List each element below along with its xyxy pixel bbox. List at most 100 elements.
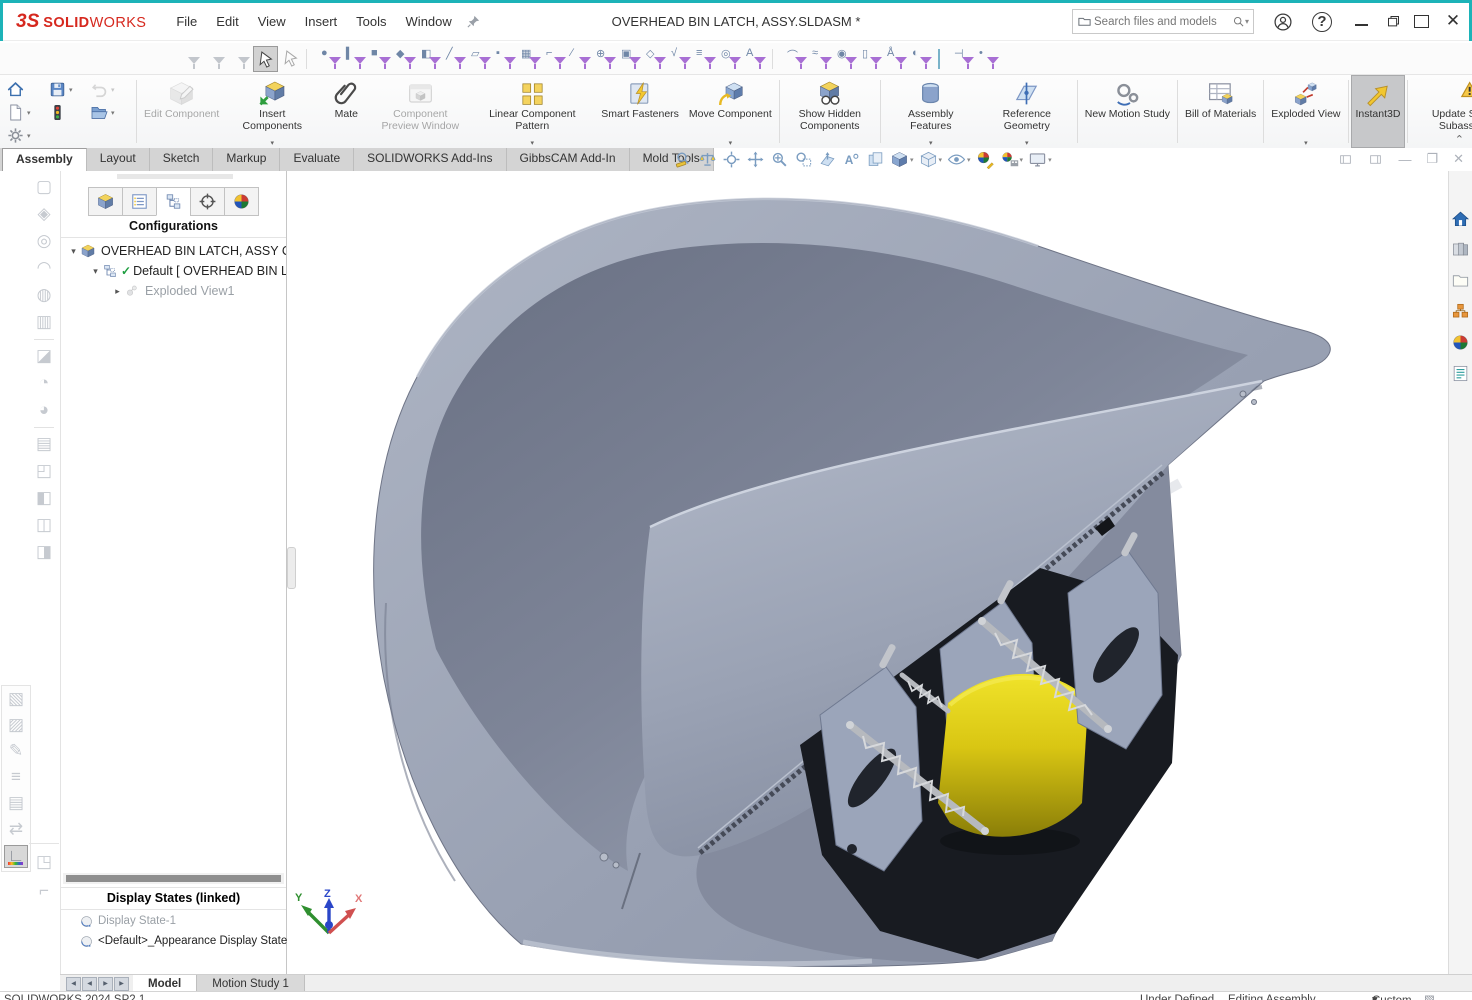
ribbon-button[interactable]: Linear Component Pattern xyxy=(468,75,596,148)
task-pane-tab[interactable] xyxy=(1451,240,1470,264)
quick-access-button[interactable]: ▾ xyxy=(90,80,124,99)
filter-icon[interactable]: ⌐ xyxy=(544,46,569,72)
headsup-button[interactable] xyxy=(672,149,695,170)
ribbon-button[interactable]: Exploded View xyxy=(1266,75,1345,148)
filter-icon[interactable]: ● xyxy=(319,46,344,72)
doc-close-icon[interactable]: ✕ xyxy=(1453,151,1464,167)
headsup-button[interactable] xyxy=(974,149,997,170)
toolbar-icon[interactable]: ◪ xyxy=(36,346,52,367)
ribbon-button[interactable] xyxy=(1407,80,1408,143)
display-state-row[interactable]: Display State-1 xyxy=(61,911,286,931)
ribbon-button[interactable]: Smart Fasteners xyxy=(596,75,684,148)
filter-icon[interactable] xyxy=(178,46,203,72)
filter-icon[interactable]: ≈ xyxy=(810,46,835,72)
toolbar-icon[interactable]: ▨ xyxy=(8,715,24,736)
menu-item[interactable]: Window xyxy=(406,14,452,29)
help-icon[interactable]: ? xyxy=(1312,12,1332,32)
quick-access-button[interactable]: ▾ xyxy=(6,103,48,122)
doc-restore-icon[interactable]: ❐ xyxy=(1426,151,1438,167)
toolbar-icon[interactable]: ▤ xyxy=(36,434,52,455)
filter-icon[interactable]: ◆ xyxy=(394,46,419,72)
toolbar-icon[interactable]: ◕ xyxy=(39,400,49,421)
pin-menu-icon[interactable] xyxy=(466,14,481,29)
headsup-button[interactable] xyxy=(888,149,916,170)
command-tab[interactable]: Evaluate xyxy=(280,148,354,171)
search-icon[interactable] xyxy=(1232,15,1245,28)
search-input[interactable] xyxy=(1092,15,1232,29)
toolbar-icon[interactable]: ✎ xyxy=(9,741,23,762)
headsup-button[interactable] xyxy=(792,149,815,170)
quick-access-button[interactable]: ▾ xyxy=(90,103,124,122)
pane-left-icon[interactable] xyxy=(1338,153,1353,166)
toolbar-icon[interactable]: ◨ xyxy=(36,542,52,563)
quick-access-button[interactable] xyxy=(48,103,90,122)
filter-icon[interactable]: ▱ xyxy=(469,46,494,72)
feature-manager-tab[interactable] xyxy=(122,187,157,216)
toolbar-icon[interactable]: ◰ xyxy=(36,461,52,482)
ribbon-button[interactable]: Assembly Features xyxy=(883,75,979,148)
filter-icon[interactable]: ∕ xyxy=(569,46,594,72)
menu-item[interactable]: File xyxy=(176,14,197,29)
filter-icon[interactable]: ▣ xyxy=(619,46,644,72)
ribbon-button[interactable] xyxy=(880,80,881,143)
task-pane-tab[interactable] xyxy=(1451,333,1470,357)
ribbon-button[interactable]: Insert Components xyxy=(224,75,320,148)
expand-icon[interactable]: ▾ xyxy=(67,246,80,257)
ribbon-button[interactable]: Instant3D xyxy=(1351,75,1406,148)
headsup-button[interactable] xyxy=(1026,149,1054,170)
minimize-button[interactable] xyxy=(1346,8,1376,34)
filter-icon[interactable]: Å xyxy=(885,46,910,72)
study-nav-arrow-icon[interactable]: ▶ xyxy=(98,977,113,991)
ribbon-button[interactable] xyxy=(1348,80,1349,143)
account-icon[interactable] xyxy=(1270,9,1296,35)
quick-access-button[interactable] xyxy=(6,80,48,99)
filter-icon[interactable]: ▦ xyxy=(519,46,544,72)
ribbon-button[interactable] xyxy=(1077,80,1078,143)
toolbar-icon[interactable]: ◔ xyxy=(39,373,49,394)
expand-icon[interactable]: ▾ xyxy=(89,266,102,277)
ribbon-button[interactable]: New Motion Study xyxy=(1080,75,1175,148)
panel-grab-handle[interactable] xyxy=(287,547,296,589)
units-selector[interactable]: Custom ▾ xyxy=(1372,993,1378,1000)
filter-icon[interactable]: ◇ xyxy=(644,46,669,72)
filter-icon[interactable]: ◧ xyxy=(419,46,444,72)
ribbon-button[interactable] xyxy=(1177,80,1178,143)
toolbar-icon[interactable]: ⇄ xyxy=(9,819,23,840)
filter-icon[interactable] xyxy=(938,49,949,69)
filter-icon[interactable]: ⊣ xyxy=(952,46,977,72)
filter-icon[interactable]: ◎ xyxy=(719,46,744,72)
quick-access-button[interactable]: ▾ xyxy=(6,126,48,145)
command-tab[interactable]: Markup xyxy=(213,148,280,171)
toolbar-icon[interactable]: ◫ xyxy=(36,515,52,536)
ribbon-button[interactable]: Show Hidden Components xyxy=(782,75,878,148)
toolbar-icon[interactable]: ◧ xyxy=(36,488,52,509)
toolbar-icon[interactable]: ▤ xyxy=(8,793,24,814)
filter-icon[interactable] xyxy=(228,46,253,72)
feature-manager-tab[interactable] xyxy=(224,187,259,216)
quick-access-button[interactable]: ▾ xyxy=(48,80,90,99)
toolbar-icon[interactable] xyxy=(34,427,54,428)
toolbar-icon[interactable]: ◎ xyxy=(37,231,52,252)
search-dropdown-icon[interactable]: ▾ xyxy=(1245,17,1249,26)
filter-icon[interactable]: ⊕ xyxy=(594,46,619,72)
toolbar-icon[interactable]: ◳ xyxy=(36,852,52,873)
tag-icon[interactable]: ▧ xyxy=(1424,993,1435,1000)
ribbon-button[interactable]: Edit Component xyxy=(139,75,224,148)
expand-icon[interactable]: ▸ xyxy=(111,286,124,297)
doc-minimize-icon[interactable]: — xyxy=(1398,152,1411,167)
toolbar-icon[interactable]: ◈ xyxy=(37,204,50,225)
toolbar-icon[interactable]: ◍ xyxy=(37,285,52,306)
filter-icon[interactable]: ◐ xyxy=(910,46,935,72)
menu-item[interactable]: Tools xyxy=(356,14,386,29)
ribbon-collapse-icon[interactable]: ⌃ xyxy=(1455,133,1464,146)
feature-manager-tab[interactable] xyxy=(190,187,225,216)
ribbon-button[interactable]: Component Preview Window xyxy=(372,75,468,148)
feature-manager-tab[interactable] xyxy=(156,187,191,216)
ribbon-button[interactable]: Reference Geometry xyxy=(979,75,1075,148)
graphics-viewport[interactable]: Y Z X xyxy=(287,171,1448,975)
headsup-button[interactable] xyxy=(917,149,945,170)
ribbon-button[interactable]: Move Component xyxy=(684,75,777,148)
search-box[interactable]: ▾ xyxy=(1072,9,1254,34)
ribbon-button[interactable]: Bill of Materials xyxy=(1180,75,1261,148)
toolbar-icon[interactable]: ⌐ xyxy=(39,881,49,902)
